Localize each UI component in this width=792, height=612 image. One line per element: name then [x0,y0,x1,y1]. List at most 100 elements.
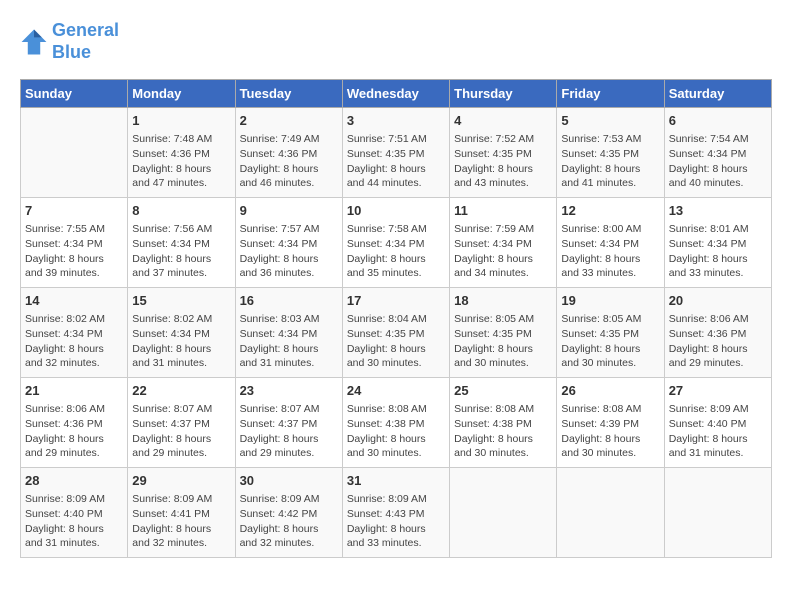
day-cell: 21Sunrise: 8:06 AM Sunset: 4:36 PM Dayli… [21,378,128,468]
day-number: 18 [454,292,552,310]
day-number: 10 [347,202,445,220]
col-header-tuesday: Tuesday [235,80,342,108]
day-info: Sunrise: 8:09 AM Sunset: 4:40 PM Dayligh… [669,402,767,461]
day-info: Sunrise: 8:08 AM Sunset: 4:38 PM Dayligh… [347,402,445,461]
day-info: Sunrise: 7:55 AM Sunset: 4:34 PM Dayligh… [25,222,123,281]
col-header-saturday: Saturday [664,80,771,108]
day-cell: 8Sunrise: 7:56 AM Sunset: 4:34 PM Daylig… [128,198,235,288]
day-cell: 17 Sunrise: 8:04 AM Sunset: 4:35 PM Dayli… [342,288,449,378]
day-info: Sunrise: 8:09 AM Sunset: 4:43 PM Dayligh… [347,492,445,551]
day-info: Sunrise: 8:02 AM Sunset: 4:34 PM Dayligh… [25,312,123,371]
logo-icon [20,28,48,56]
day-number: 13 [669,202,767,220]
col-header-thursday: Thursday [450,80,557,108]
day-number: 30 [240,472,338,490]
day-cell: 16 Sunrise: 8:03 AM Sunset: 4:34 PM Dayli… [235,288,342,378]
day-cell: 31 Sunrise: 8:09 AM Sunset: 4:43 PM Dayli… [342,468,449,558]
week-row-1: 1 Sunrise: 7:48 AM Sunset: 4:36 PM Daylig… [21,108,772,198]
day-info: Sunrise: 8:04 AM Sunset: 4:35 PM Dayligh… [347,312,445,371]
day-number: 19 [561,292,659,310]
day-number: 21 [25,382,123,400]
day-info: Sunrise: 8:07 AM Sunset: 4:37 PM Dayligh… [240,402,338,461]
day-cell: 9 Sunrise: 7:57 AM Sunset: 4:34 PM Daylig… [235,198,342,288]
week-row-5: 28 Sunrise: 8:09 AM Sunset: 4:40 PM Dayli… [21,468,772,558]
day-number: 14 [25,292,123,310]
day-number: 3 [347,112,445,130]
day-cell: 18 Sunrise: 8:05 AM Sunset: 4:35 PM Dayli… [450,288,557,378]
day-number: 22 [132,382,230,400]
day-cell: 14 Sunrise: 8:02 AM Sunset: 4:34 PM Dayli… [21,288,128,378]
day-cell: 30 Sunrise: 8:09 AM Sunset: 4:42 PM Dayli… [235,468,342,558]
day-cell [21,108,128,198]
day-info: Sunrise: 8:00 AM Sunset: 4:34 PM Dayligh… [561,222,659,281]
day-info: Sunrise: 7:48 AM Sunset: 4:36 PM Dayligh… [132,132,230,191]
day-number: 5 [561,112,659,130]
day-cell [557,468,664,558]
day-number: 23 [240,382,338,400]
day-cell: 10Sunrise: 7:58 AM Sunset: 4:34 PM Dayli… [342,198,449,288]
day-info: Sunrise: 7:51 AM Sunset: 4:35 PM Dayligh… [347,132,445,191]
day-info: Sunrise: 7:53 AM Sunset: 4:35 PM Dayligh… [561,132,659,191]
day-info: Sunrise: 7:57 AM Sunset: 4:34 PM Dayligh… [240,222,338,281]
day-info: Sunrise: 8:06 AM Sunset: 4:36 PM Dayligh… [669,312,767,371]
day-number: 24 [347,382,445,400]
day-cell: 4Sunrise: 7:52 AM Sunset: 4:35 PM Daylig… [450,108,557,198]
day-number: 26 [561,382,659,400]
day-info: Sunrise: 8:09 AM Sunset: 4:40 PM Dayligh… [25,492,123,551]
day-info: Sunrise: 7:54 AM Sunset: 4:34 PM Dayligh… [669,132,767,191]
col-header-friday: Friday [557,80,664,108]
calendar-table: SundayMondayTuesdayWednesdayThursdayFrid… [20,79,772,558]
logo-text: General Blue [52,20,119,63]
day-info: Sunrise: 8:09 AM Sunset: 4:42 PM Dayligh… [240,492,338,551]
day-info: Sunrise: 7:56 AM Sunset: 4:34 PM Dayligh… [132,222,230,281]
day-cell [450,468,557,558]
day-number: 29 [132,472,230,490]
day-info: Sunrise: 8:05 AM Sunset: 4:35 PM Dayligh… [454,312,552,371]
day-number: 20 [669,292,767,310]
day-cell: 3 Sunrise: 7:51 AM Sunset: 4:35 PM Daylig… [342,108,449,198]
day-number: 11 [454,202,552,220]
day-number: 1 [132,112,230,130]
day-cell: 7 Sunrise: 7:55 AM Sunset: 4:34 PM Daylig… [21,198,128,288]
day-info: Sunrise: 8:08 AM Sunset: 4:38 PM Dayligh… [454,402,552,461]
day-cell: 11 Sunrise: 7:59 AM Sunset: 4:34 PM Dayli… [450,198,557,288]
day-number: 4 [454,112,552,130]
day-cell: 1 Sunrise: 7:48 AM Sunset: 4:36 PM Daylig… [128,108,235,198]
day-number: 12 [561,202,659,220]
day-cell: 5 Sunrise: 7:53 AM Sunset: 4:35 PM Daylig… [557,108,664,198]
day-info: Sunrise: 8:03 AM Sunset: 4:34 PM Dayligh… [240,312,338,371]
week-row-2: 7 Sunrise: 7:55 AM Sunset: 4:34 PM Daylig… [21,198,772,288]
day-info: Sunrise: 8:05 AM Sunset: 4:35 PM Dayligh… [561,312,659,371]
day-number: 6 [669,112,767,130]
day-info: Sunrise: 7:59 AM Sunset: 4:34 PM Dayligh… [454,222,552,281]
day-cell: 26 Sunrise: 8:08 AM Sunset: 4:39 PM Dayli… [557,378,664,468]
page-header: General Blue [20,20,772,63]
day-info: Sunrise: 8:08 AM Sunset: 4:39 PM Dayligh… [561,402,659,461]
day-number: 2 [240,112,338,130]
day-info: Sunrise: 7:49 AM Sunset: 4:36 PM Dayligh… [240,132,338,191]
day-cell: 15 Sunrise: 8:02 AM Sunset: 4:34 PM Dayli… [128,288,235,378]
day-info: Sunrise: 8:07 AM Sunset: 4:37 PM Dayligh… [132,402,230,461]
col-header-monday: Monday [128,80,235,108]
day-cell: 23 Sunrise: 8:07 AM Sunset: 4:37 PM Dayli… [235,378,342,468]
day-number: 17 [347,292,445,310]
day-number: 25 [454,382,552,400]
day-cell: 28 Sunrise: 8:09 AM Sunset: 4:40 PM Dayli… [21,468,128,558]
day-cell: 27Sunrise: 8:09 AM Sunset: 4:40 PM Dayli… [664,378,771,468]
header-row: SundayMondayTuesdayWednesdayThursdayFrid… [21,80,772,108]
week-row-3: 14 Sunrise: 8:02 AM Sunset: 4:34 PM Dayli… [21,288,772,378]
day-number: 9 [240,202,338,220]
day-number: 16 [240,292,338,310]
day-number: 7 [25,202,123,220]
day-number: 28 [25,472,123,490]
day-cell: 29Sunrise: 8:09 AM Sunset: 4:41 PM Dayli… [128,468,235,558]
col-header-wednesday: Wednesday [342,80,449,108]
logo: General Blue [20,20,119,63]
day-cell: 2 Sunrise: 7:49 AM Sunset: 4:36 PM Daylig… [235,108,342,198]
day-cell: 13 Sunrise: 8:01 AM Sunset: 4:34 PM Dayli… [664,198,771,288]
day-info: Sunrise: 8:02 AM Sunset: 4:34 PM Dayligh… [132,312,230,371]
day-number: 15 [132,292,230,310]
day-info: Sunrise: 8:01 AM Sunset: 4:34 PM Dayligh… [669,222,767,281]
week-row-4: 21Sunrise: 8:06 AM Sunset: 4:36 PM Dayli… [21,378,772,468]
day-number: 31 [347,472,445,490]
